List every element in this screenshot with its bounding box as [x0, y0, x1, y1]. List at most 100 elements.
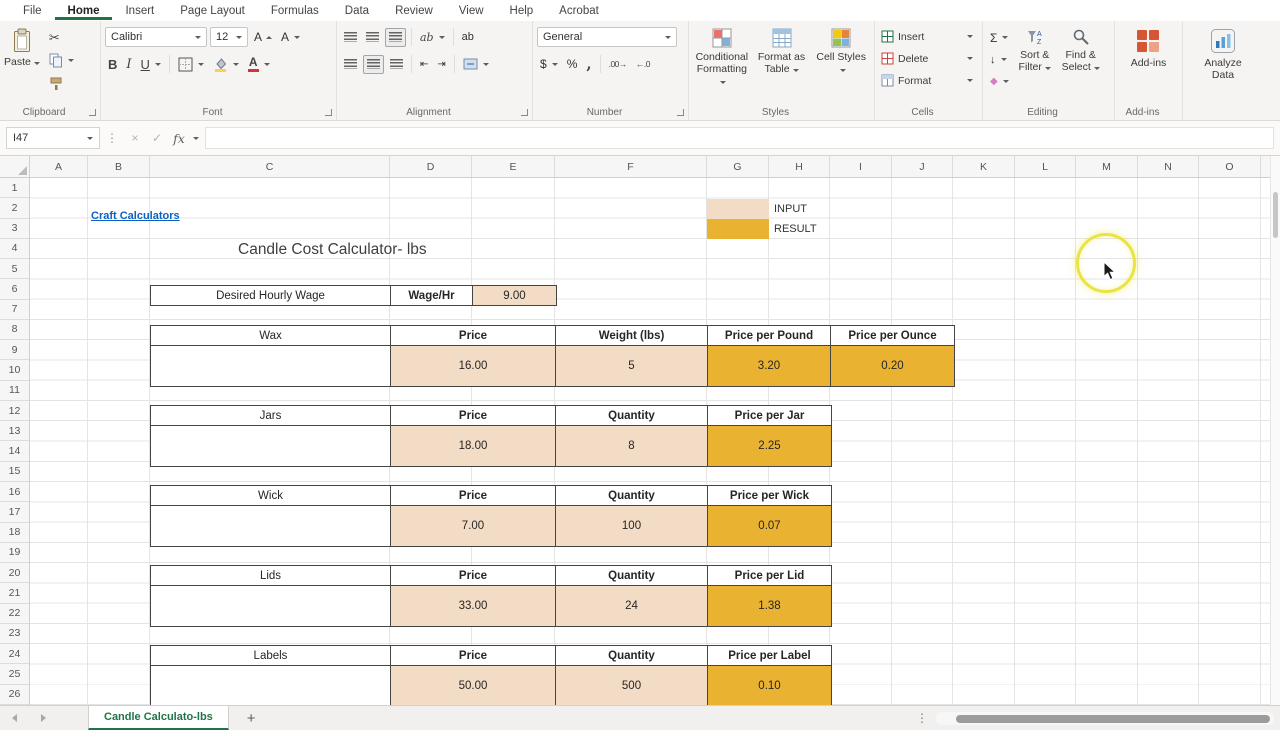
column-header[interactable]: E: [472, 156, 555, 177]
cell[interactable]: 5: [556, 346, 708, 386]
middle-align-button[interactable]: [363, 28, 382, 47]
column-header[interactable]: O: [1199, 156, 1261, 177]
comma-style-button[interactable]: ,: [583, 55, 594, 74]
cell[interactable]: Price per Wick: [708, 486, 831, 505]
row-header[interactable]: 2: [0, 198, 29, 218]
increase-decimal-button[interactable]: .00→: [606, 55, 630, 74]
orientation-button[interactable]: ab: [417, 28, 448, 47]
vertical-scrollbar[interactable]: [1270, 156, 1280, 705]
bottom-align-button[interactable]: [385, 28, 406, 47]
cell[interactable]: Price per Pound: [708, 326, 831, 345]
format-painter-button[interactable]: [46, 74, 77, 93]
cell[interactable]: 50.00: [391, 666, 556, 705]
horizontal-scrollbar[interactable]: [936, 712, 1274, 725]
cell[interactable]: Quantity: [556, 646, 708, 665]
menu-tab-insert[interactable]: Insert: [112, 2, 167, 19]
column-header[interactable]: L: [1015, 156, 1076, 177]
row-header[interactable]: 23: [0, 624, 29, 644]
cell[interactable]: Price per Ounce: [831, 326, 954, 345]
cell[interactable]: 18.00: [391, 426, 556, 466]
underline-button[interactable]: U: [138, 55, 164, 74]
row-header[interactable]: 10: [0, 360, 29, 380]
clear-button[interactable]: ◆: [987, 72, 1012, 91]
row-header[interactable]: 16: [0, 482, 29, 502]
row-header[interactable]: 25: [0, 664, 29, 684]
cell[interactable]: 0.20: [831, 346, 954, 386]
cell[interactable]: [151, 426, 391, 466]
cell[interactable]: Price: [391, 486, 556, 505]
accounting-format-button[interactable]: $: [537, 55, 561, 74]
cell[interactable]: 33.00: [391, 586, 556, 626]
row-header[interactable]: 24: [0, 644, 29, 664]
format-cells-button[interactable]: Format: [879, 70, 975, 91]
cut-button[interactable]: ✂: [46, 28, 77, 47]
cell[interactable]: Price: [391, 566, 556, 585]
cell-styles-button[interactable]: Cell Styles: [812, 26, 870, 87]
align-left-button[interactable]: [341, 55, 360, 74]
menu-tab-page-layout[interactable]: Page Layout: [167, 2, 258, 19]
percent-style-button[interactable]: %: [564, 55, 581, 74]
name-box[interactable]: I47: [6, 127, 100, 149]
align-right-button[interactable]: [387, 55, 406, 74]
top-align-button[interactable]: [341, 28, 360, 47]
cell[interactable]: 1.38: [708, 586, 831, 626]
decrease-indent-button[interactable]: ⇤: [417, 55, 431, 74]
cell[interactable]: 8: [556, 426, 708, 466]
row-header[interactable]: 12: [0, 401, 29, 421]
column-header[interactable]: J: [892, 156, 953, 177]
italic-button[interactable]: I: [123, 55, 134, 74]
menu-tab-acrobat[interactable]: Acrobat: [546, 2, 612, 19]
paste-button[interactable]: Paste: [4, 26, 40, 93]
row-header[interactable]: 19: [0, 543, 29, 563]
autosum-button[interactable]: Σ: [987, 28, 1012, 47]
cell[interactable]: Weight (lbs): [556, 326, 708, 345]
row-header[interactable]: 6: [0, 279, 29, 299]
font-size-select[interactable]: 12: [210, 27, 248, 47]
menu-tab-formulas[interactable]: Formulas: [258, 2, 332, 19]
row-header[interactable]: 15: [0, 462, 29, 482]
column-header[interactable]: A: [30, 156, 88, 177]
format-as-table-button[interactable]: Format as Table: [753, 26, 811, 87]
cell[interactable]: 500: [556, 666, 708, 705]
row-header[interactable]: 9: [0, 340, 29, 360]
sort-filter-button[interactable]: AZ Sort & Filter: [1012, 26, 1058, 91]
delete-cells-button[interactable]: Delete: [879, 48, 975, 69]
column-header[interactable]: B: [88, 156, 150, 177]
column-header[interactable]: H: [769, 156, 830, 177]
menu-tab-review[interactable]: Review: [382, 2, 446, 19]
fill-color-button[interactable]: [210, 55, 242, 74]
cell[interactable]: 7.00: [391, 506, 556, 546]
select-all-corner[interactable]: [0, 156, 30, 178]
alignment-dialog-launcher-icon[interactable]: [521, 109, 528, 116]
cell[interactable]: Wax: [151, 326, 391, 345]
cell[interactable]: 24: [556, 586, 708, 626]
row-header[interactable]: 17: [0, 502, 29, 522]
row-header[interactable]: 13: [0, 421, 29, 441]
align-center-button[interactable]: [363, 55, 384, 74]
menu-tab-help[interactable]: Help: [497, 2, 547, 19]
column-header[interactable]: G: [707, 156, 769, 177]
cell[interactable]: Wick: [151, 486, 391, 505]
more-options-icon[interactable]: ⋮: [916, 711, 928, 725]
cell[interactable]: 9.00: [473, 286, 556, 305]
font-color-button[interactable]: A: [245, 55, 273, 74]
clipboard-dialog-launcher-icon[interactable]: [89, 109, 96, 116]
addins-button[interactable]: Add-ins: [1131, 26, 1167, 69]
cell[interactable]: Desired Hourly Wage: [151, 286, 391, 305]
row-header[interactable]: 11: [0, 381, 29, 401]
cell[interactable]: Jars: [151, 406, 391, 425]
enter-button[interactable]: ✓: [146, 131, 168, 145]
next-sheet-button[interactable]: [29, 706, 58, 730]
insert-function-button[interactable]: fx: [168, 131, 190, 146]
column-header[interactable]: I: [830, 156, 892, 177]
formula-input[interactable]: [205, 127, 1274, 149]
insert-cells-button[interactable]: Insert: [879, 26, 975, 47]
column-header[interactable]: N: [1138, 156, 1199, 177]
cell[interactable]: 2.25: [708, 426, 831, 466]
borders-button[interactable]: [175, 55, 207, 74]
row-header[interactable]: 18: [0, 523, 29, 543]
row-header[interactable]: 3: [0, 219, 29, 239]
column-header[interactable]: C: [150, 156, 390, 177]
column-header[interactable]: K: [953, 156, 1015, 177]
cell[interactable]: [151, 346, 391, 386]
